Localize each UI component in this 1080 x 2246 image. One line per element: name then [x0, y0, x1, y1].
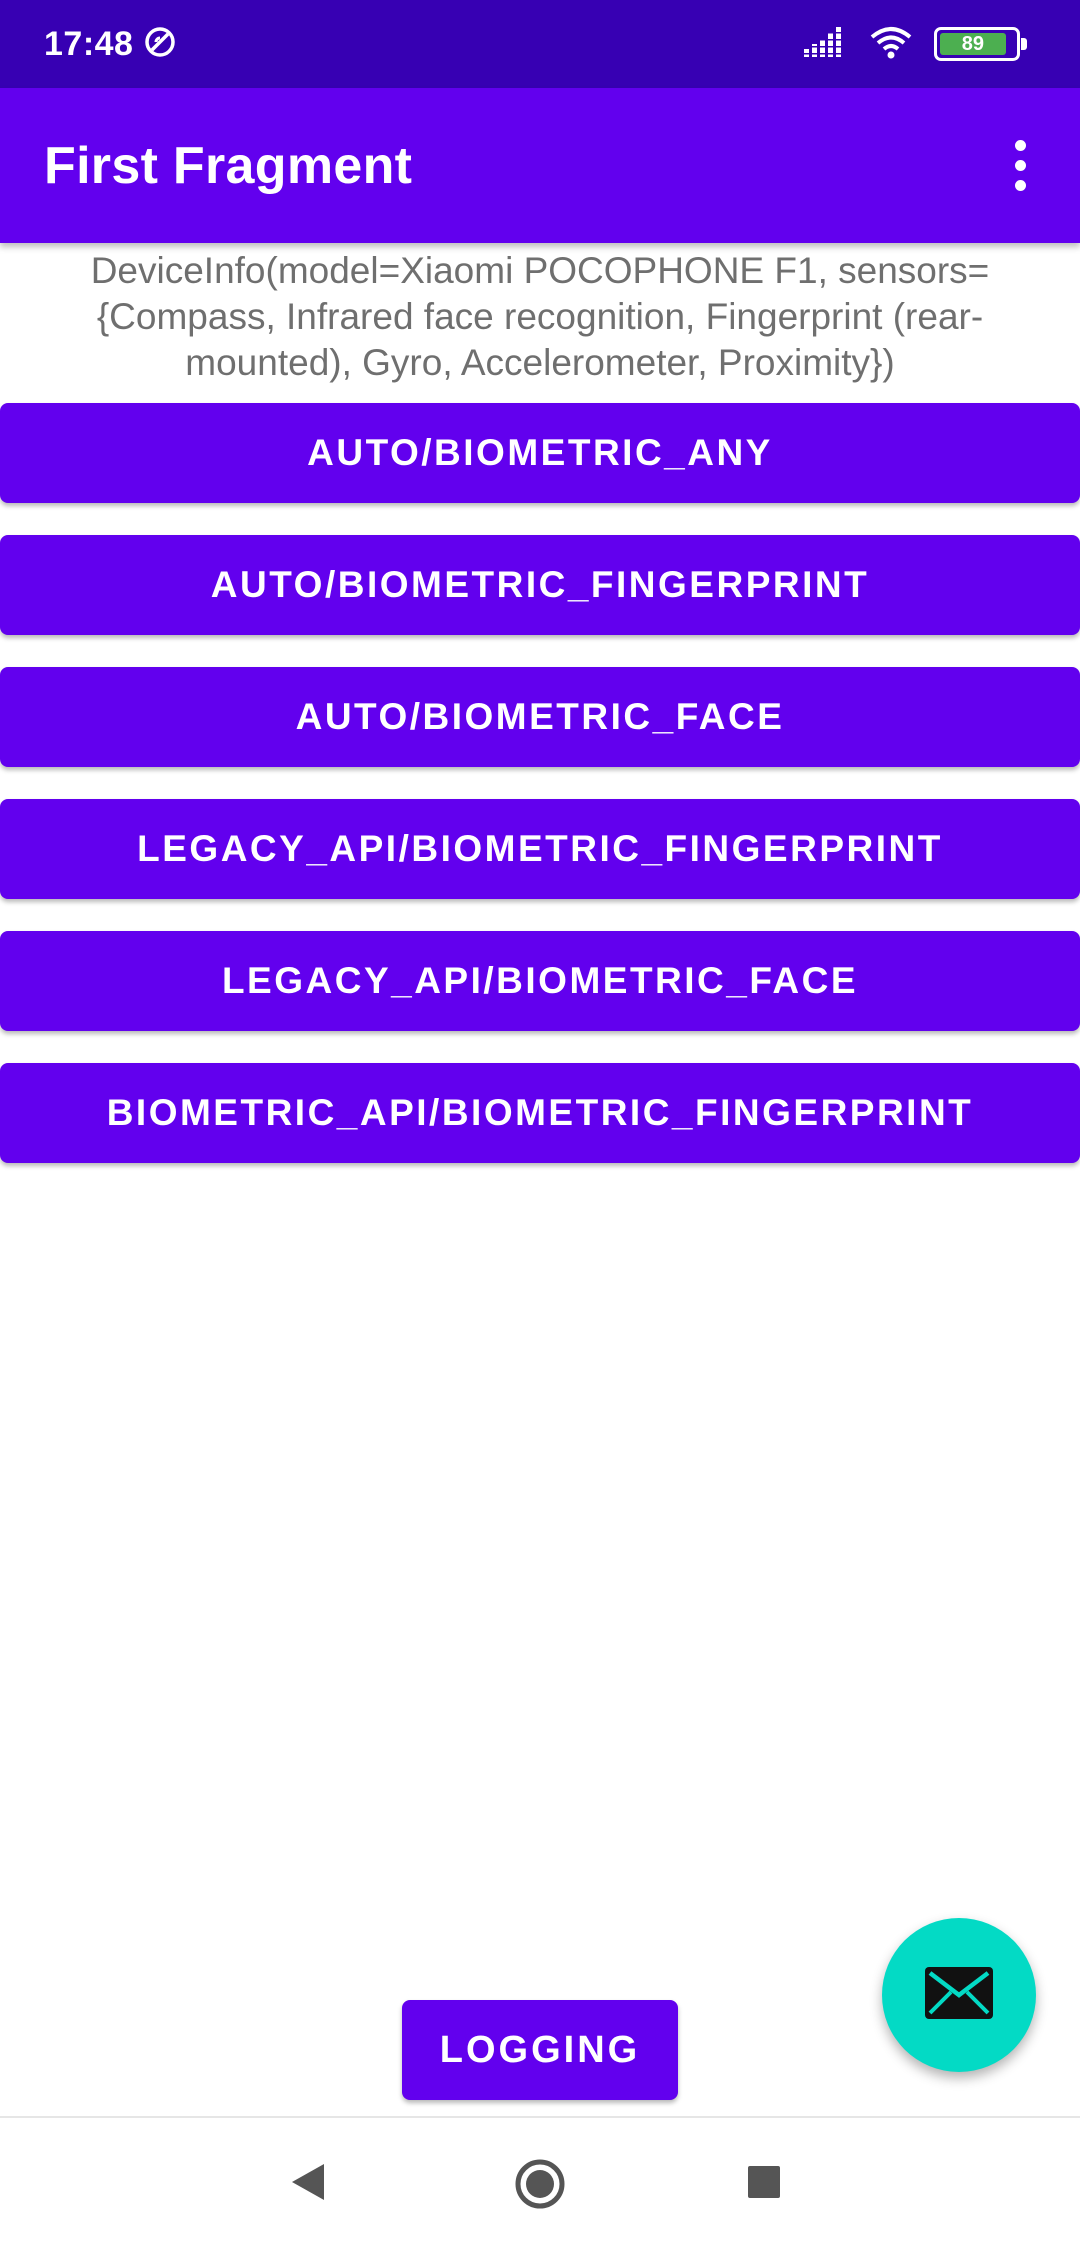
- home-icon[interactable]: [514, 2158, 566, 2215]
- auto-biometric-any-button[interactable]: AUTO/BIOMETRIC_ANY: [0, 403, 1080, 503]
- overflow-dot: [1014, 140, 1026, 151]
- button-list: AUTO/BIOMETRIC_ANY AUTO/BIOMETRIC_FINGER…: [0, 403, 1080, 1195]
- battery-icon: 89: [934, 27, 1027, 61]
- status-time: 17:48: [44, 24, 134, 63]
- status-right: 89: [804, 25, 1027, 64]
- legacy-api-biometric-face-button[interactable]: LEGACY_API/BIOMETRIC_FACE: [0, 931, 1080, 1031]
- auto-biometric-fingerprint-button[interactable]: AUTO/BIOMETRIC_FINGERPRINT: [0, 535, 1080, 635]
- overflow-dot: [1014, 180, 1026, 191]
- screen: 17:48 89 First Fragment DeviceInfo(model…: [0, 0, 1080, 2246]
- navigation-bar: [0, 2116, 1080, 2246]
- mail-icon: [925, 1966, 993, 2024]
- page-title: First Fragment: [44, 136, 413, 195]
- data-saver-icon: [143, 25, 177, 64]
- logging-button[interactable]: LOGGING: [402, 2000, 678, 2100]
- status-bar: 17:48 89: [0, 0, 1080, 88]
- more-vert-icon[interactable]: [984, 116, 1056, 216]
- device-info-text: DeviceInfo(model=Xiaomi POCOPHONE F1, se…: [90, 250, 990, 383]
- biometric-api-biometric-fingerprint-button[interactable]: BIOMETRIC_API/BIOMETRIC_FINGERPRINT: [0, 1063, 1080, 1163]
- status-left: 17:48: [44, 25, 177, 64]
- wifi-icon: [870, 25, 912, 64]
- legacy-api-biometric-fingerprint-button[interactable]: LEGACY_API/BIOMETRIC_FINGERPRINT: [0, 799, 1080, 899]
- mail-fab-button[interactable]: [882, 1918, 1036, 2072]
- signal-icon: [804, 26, 848, 62]
- battery-level: 89: [961, 32, 985, 55]
- recents-icon[interactable]: [748, 2166, 780, 2198]
- battery-fill: 89: [940, 33, 1006, 55]
- overflow-dot: [1014, 160, 1026, 171]
- auto-biometric-face-button[interactable]: AUTO/BIOMETRIC_FACE: [0, 667, 1080, 767]
- app-bar: First Fragment: [0, 88, 1080, 243]
- back-icon[interactable]: [288, 2160, 328, 2209]
